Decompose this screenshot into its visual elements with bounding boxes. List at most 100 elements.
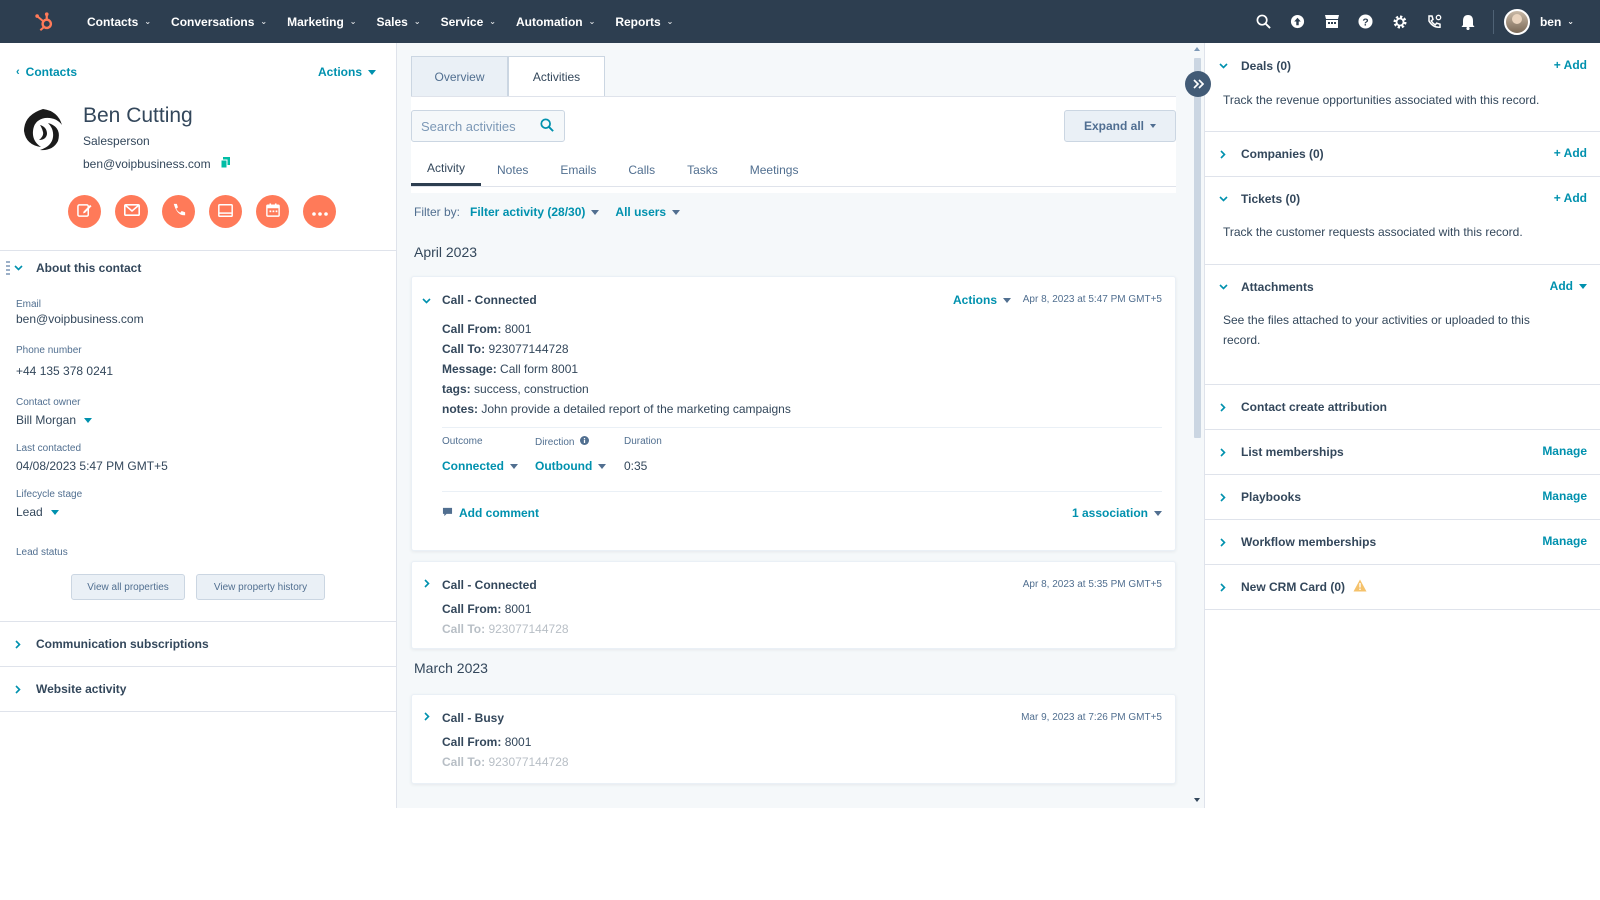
nav-automation[interactable]: Automation ⌄	[506, 0, 605, 43]
property-phone: Phone number +44 135 378 0241	[16, 345, 113, 378]
field-value: 923077144728	[488, 755, 569, 769]
add-company-button[interactable]: + Add	[1554, 146, 1587, 160]
marketplace-icon[interactable]	[1315, 0, 1349, 43]
email-button[interactable]	[115, 195, 148, 228]
property-value[interactable]: ben@voipbusiness.com	[16, 312, 144, 326]
scroll-down-arrow-icon[interactable]	[1194, 798, 1200, 802]
property-label: Email	[16, 299, 42, 310]
search-icon[interactable]	[540, 117, 554, 135]
nav-reports[interactable]: Reports ⌄	[605, 0, 683, 43]
associations-dropdown[interactable]: 1 association	[1072, 506, 1162, 520]
hubspot-logo-icon[interactable]	[22, 0, 65, 43]
add-ticket-button[interactable]: + Add	[1554, 191, 1587, 205]
manage-playbooks-link[interactable]: Manage	[1542, 489, 1587, 503]
copy-icon[interactable]	[220, 157, 230, 171]
nav-marketing[interactable]: Marketing ⌄	[277, 0, 366, 43]
note-button[interactable]	[68, 195, 101, 228]
list-memberships-toggle[interactable]: List memberships	[1205, 444, 1344, 460]
user-menu[interactable]: ben ⌄	[1540, 15, 1574, 29]
activity-card-call-busy[interactable]: Call - Busy Mar 9, 2023 at 7:26 PM GMT+5…	[411, 694, 1176, 784]
field-value: 8001	[504, 735, 532, 749]
filter-activity-dropdown[interactable]: Filter activity (28/30)	[470, 205, 600, 219]
chevron-right-icon[interactable]	[424, 709, 430, 724]
companies-toggle[interactable]: Companies (0)	[1205, 146, 1324, 162]
tab-activities[interactable]: Activities	[508, 56, 605, 97]
manage-workflows-link[interactable]: Manage	[1542, 534, 1587, 548]
scroll-up-arrow-icon[interactable]	[1194, 47, 1200, 51]
toggle-sidebar-button[interactable]	[1185, 71, 1211, 97]
about-section-toggle[interactable]: About this contact	[0, 258, 396, 278]
workflow-memberships-toggle[interactable]: Workflow memberships	[1205, 534, 1376, 550]
activity-timestamp: Apr 8, 2023 at 5:47 PM GMT+5	[1022, 294, 1162, 305]
more-button[interactable]	[303, 195, 336, 228]
comment-icon	[442, 506, 453, 520]
deals-toggle[interactable]: Deals (0)	[1205, 58, 1291, 74]
website-activity-toggle[interactable]: Website activity	[0, 679, 396, 699]
duration-value[interactable]: 0:35	[624, 459, 647, 473]
search-icon[interactable]	[1247, 0, 1281, 43]
scrollbar-thumb[interactable]	[1194, 58, 1201, 438]
back-to-contacts-link[interactable]: ‹ Contacts	[16, 65, 77, 79]
upgrade-icon[interactable]	[1281, 0, 1315, 43]
company-logo	[18, 105, 68, 155]
contact-owner-select[interactable]: Bill Morgan	[16, 413, 93, 427]
drag-handle-icon[interactable]	[6, 260, 10, 279]
search-activities-field[interactable]	[411, 110, 565, 142]
tab-activity[interactable]: Activity	[411, 153, 482, 186]
nav-conversations[interactable]: Conversations ⌄	[161, 0, 277, 43]
tickets-toggle[interactable]: Tickets (0)	[1205, 191, 1300, 207]
add-deal-button[interactable]: + Add	[1554, 58, 1587, 72]
nav-sales[interactable]: Sales ⌄	[367, 0, 431, 43]
tab-calls[interactable]: Calls	[612, 153, 671, 186]
info-icon[interactable]	[580, 436, 590, 448]
add-comment-button[interactable]: Add comment	[442, 506, 539, 520]
meeting-button[interactable]	[256, 195, 289, 228]
field-label: notes:	[442, 402, 478, 416]
user-name: ben	[1539, 14, 1562, 29]
task-button[interactable]	[209, 195, 242, 228]
activity-card-call-connected[interactable]: Call - Connected Apr 8, 2023 at 5:35 PM …	[411, 561, 1176, 649]
property-value[interactable]: 04/08/2023 5:47 PM GMT+5	[16, 459, 168, 473]
avatar[interactable]	[1503, 8, 1530, 35]
property-value[interactable]: +44 135 378 0241	[16, 364, 113, 378]
field-value: 923077144728	[488, 342, 569, 356]
chevron-down-icon	[1205, 284, 1241, 290]
workflow-memberships-section: Workflow memberships Manage	[1205, 520, 1600, 565]
crm-card-toggle[interactable]: New CRM Card (0)	[1205, 579, 1367, 595]
lifecycle-stage-select[interactable]: Lead	[16, 505, 82, 519]
contact-actions-dropdown[interactable]: Actions	[318, 65, 377, 79]
help-icon[interactable]: ?	[1349, 0, 1383, 43]
view-all-properties-button[interactable]: View all properties	[71, 574, 185, 600]
nav-service[interactable]: Service ⌄	[431, 0, 506, 43]
tab-overview[interactable]: Overview	[411, 56, 508, 97]
calling-icon[interactable]	[1417, 0, 1451, 43]
chevron-down-icon[interactable]	[422, 292, 431, 307]
feed-scrollbar[interactable]	[1191, 43, 1204, 808]
chevron-right-icon[interactable]	[424, 576, 430, 591]
tab-tasks[interactable]: Tasks	[671, 153, 734, 186]
view-property-history-button[interactable]: View property history	[196, 574, 325, 600]
activity-actions-dropdown[interactable]: Actions	[953, 293, 1012, 307]
attribution-toggle[interactable]: Contact create attribution	[1205, 399, 1387, 415]
notifications-icon[interactable]	[1451, 0, 1485, 43]
all-users-dropdown[interactable]: All users	[615, 205, 681, 219]
search-activities-input[interactable]	[421, 118, 536, 134]
tab-meetings[interactable]: Meetings	[734, 153, 815, 186]
expand-all-label: Expand all	[1083, 119, 1145, 133]
direction-select[interactable]: Outbound	[535, 459, 607, 473]
call-button[interactable]	[162, 195, 195, 228]
tab-emails[interactable]: Emails	[544, 153, 612, 186]
expand-all-button[interactable]: Expand all	[1064, 110, 1176, 142]
outcome-select[interactable]: Connected	[442, 459, 519, 473]
double-chevron-right-icon	[1192, 77, 1204, 92]
nav-contacts[interactable]: Contacts ⌄	[77, 0, 161, 43]
tab-notes[interactable]: Notes	[481, 153, 544, 186]
manage-lists-link[interactable]: Manage	[1542, 444, 1587, 458]
settings-icon[interactable]	[1383, 0, 1417, 43]
playbooks-toggle[interactable]: Playbooks	[1205, 489, 1301, 505]
add-attachment-dropdown[interactable]: Add	[1550, 279, 1587, 293]
filter-row: Filter by: Filter activity (28/30) All u…	[414, 205, 681, 219]
attachments-toggle[interactable]: Attachments	[1205, 279, 1314, 295]
communication-subscriptions-toggle[interactable]: Communication subscriptions	[0, 634, 396, 654]
divider	[0, 250, 396, 251]
